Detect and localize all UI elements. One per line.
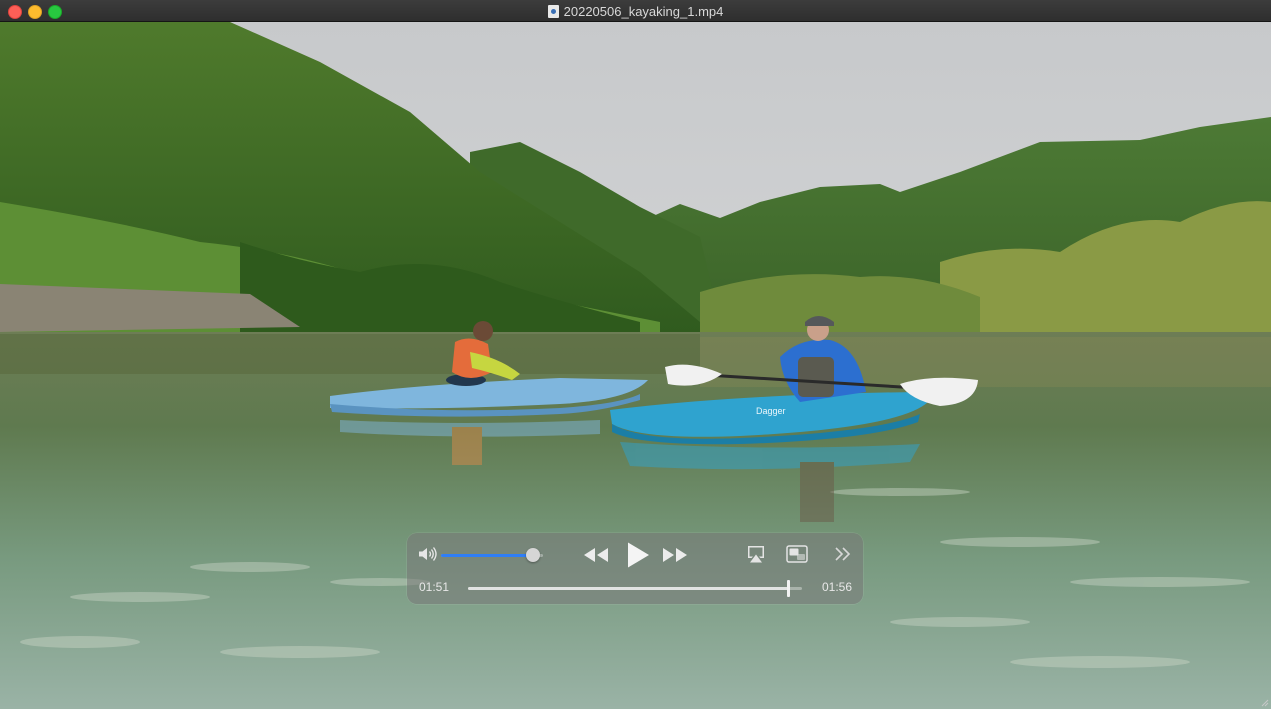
resize-handle-icon[interactable] <box>1261 699 1269 707</box>
current-time-label: 01:51 <box>419 580 450 594</box>
playback-progress-fill <box>468 587 788 590</box>
volume-slider-knob[interactable] <box>525 548 540 562</box>
playhead[interactable] <box>786 580 790 597</box>
window-title: 20220506_kayaking_1.mp4 <box>563 3 724 19</box>
picture-in-picture-icon[interactable] <box>786 545 808 563</box>
video-scene-image: Dagger <box>0 22 1271 709</box>
title-bar: 20220506_kayaking_1.mp4 <box>0 0 1271 22</box>
volume-slider-fill <box>441 554 533 557</box>
playback-controls-panel: 01:51 01:56 <box>407 533 863 604</box>
movie-document-icon <box>547 4 559 18</box>
speaker-volume-icon[interactable] <box>418 546 438 562</box>
kayak-brand-mark: Dagger <box>756 406 786 416</box>
rewind-icon[interactable] <box>583 547 609 563</box>
airplay-icon[interactable] <box>746 545 766 564</box>
video-frame[interactable]: Dagger <box>0 22 1271 709</box>
play-icon[interactable] <box>623 541 651 569</box>
playback-scrubber[interactable] <box>468 580 802 597</box>
chevron-double-right-icon[interactable] <box>834 546 852 562</box>
duration-label: 01:56 <box>821 580 852 594</box>
fast-forward-icon[interactable] <box>662 547 688 563</box>
volume-slider[interactable] <box>441 548 543 562</box>
window-title-group: 20220506_kayaking_1.mp4 <box>0 0 1271 22</box>
